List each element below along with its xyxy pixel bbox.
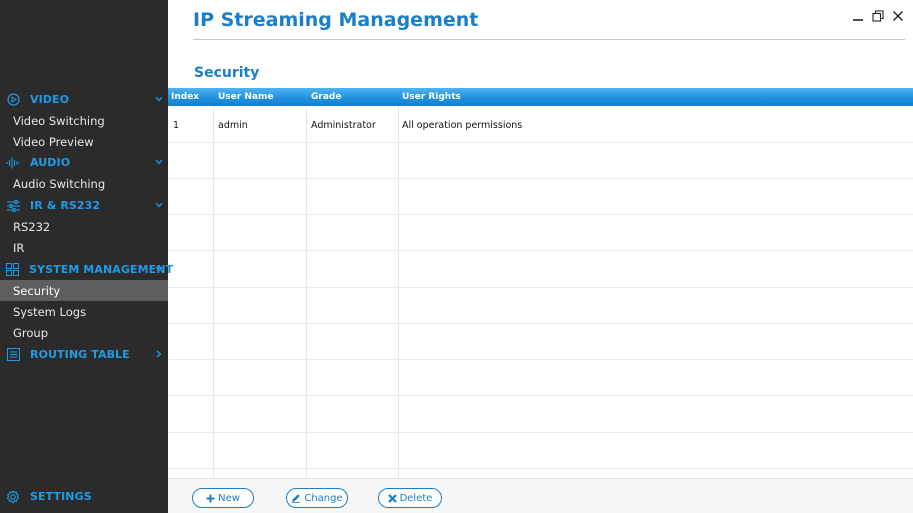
new-button[interactable]: New: [192, 488, 254, 508]
row-divider: [168, 142, 913, 143]
row-divider: [168, 395, 913, 396]
users-table: Index User Name Grade User Rights 1 admi…: [168, 88, 913, 478]
settings-label: SETTINGS: [30, 490, 92, 503]
sidebar-section-system-management[interactable]: SYSTEM MANAGEMENT: [0, 259, 173, 280]
sidebar-section-label: SYSTEM MANAGEMENT: [29, 263, 174, 276]
sidebar-section-audio[interactable]: AUDIO: [0, 152, 168, 173]
column-header-user-name[interactable]: User Name: [218, 88, 273, 106]
column-header-user-rights[interactable]: User Rights: [402, 88, 461, 106]
row-divider: [168, 359, 913, 360]
column-divider: [213, 106, 214, 478]
grid-icon: [6, 263, 19, 277]
change-button-label: Change: [304, 492, 343, 504]
action-bar: New Change Delete: [168, 478, 913, 513]
sidebar-item-security[interactable]: Security: [0, 280, 168, 301]
row-divider: [168, 250, 913, 251]
row-divider: [168, 432, 913, 433]
sidebar-item-video-preview[interactable]: Video Preview: [0, 131, 168, 152]
chevron-right-icon: [154, 348, 164, 360]
column-header-index[interactable]: Index: [171, 88, 199, 106]
row-divider: [168, 468, 913, 469]
list-icon: [6, 348, 20, 362]
cell-user-name: admin: [218, 120, 248, 131]
plus-icon: [206, 494, 215, 503]
sidebar-section-label: VIDEO: [30, 93, 70, 106]
change-button[interactable]: Change: [286, 488, 348, 508]
sidebar-section-label: AUDIO: [30, 156, 71, 169]
row-divider: [168, 323, 913, 324]
app-title: IP Streaming Management: [193, 9, 479, 31]
chevron-down-icon: [154, 199, 164, 211]
sidebar-section-video[interactable]: VIDEO: [0, 89, 168, 110]
maximize-icon[interactable]: [871, 8, 885, 24]
sidebar-item-video-switching[interactable]: Video Switching: [0, 110, 168, 131]
column-divider: [398, 106, 399, 478]
title-divider: [193, 39, 905, 40]
table-header: Index User Name Grade User Rights: [168, 88, 913, 106]
chevron-down-icon: [154, 263, 164, 275]
sidebar-item-system-logs[interactable]: System Logs: [0, 301, 168, 322]
delete-button-label: Delete: [399, 492, 433, 504]
column-header-grade[interactable]: Grade: [311, 88, 341, 106]
sidebar-section-routing-table[interactable]: ROUTING TABLE: [0, 344, 168, 365]
new-button-label: New: [218, 492, 240, 504]
gear-icon: [6, 489, 20, 504]
row-divider: [168, 178, 913, 179]
sidebar-settings[interactable]: SETTINGS: [0, 486, 168, 507]
sidebar-section-label: ROUTING TABLE: [30, 348, 130, 361]
row-divider: [168, 287, 913, 288]
row-divider: [168, 214, 913, 215]
play-circle-icon: [6, 93, 20, 107]
x-icon: [387, 493, 397, 503]
close-icon[interactable]: [891, 8, 905, 24]
sidebar-item-audio-switching[interactable]: Audio Switching: [0, 173, 168, 194]
audio-wave-icon: [6, 156, 20, 170]
section-title: Security: [194, 65, 260, 81]
sidebar-item-group[interactable]: Group: [0, 322, 168, 343]
cell-user-rights: All operation permissions: [402, 120, 523, 131]
pencil-icon: [291, 493, 301, 503]
sidebar-item-ir[interactable]: IR: [0, 237, 168, 258]
sidebar-item-rs232[interactable]: RS232: [0, 216, 168, 237]
cell-grade: Administrator: [311, 120, 376, 131]
sliders-icon: [6, 199, 20, 213]
delete-button[interactable]: Delete: [378, 488, 442, 508]
window-controls: [851, 8, 905, 24]
column-divider: [306, 106, 307, 478]
minimize-icon[interactable]: [851, 8, 865, 24]
sidebar: VIDEO Video Switching Video Preview AUDI…: [0, 0, 173, 513]
chevron-down-icon: [154, 93, 164, 105]
chevron-down-icon: [154, 156, 164, 168]
sidebar-section-ir-rs232[interactable]: IR & RS232: [0, 195, 168, 216]
sidebar-section-label: IR & RS232: [30, 199, 101, 212]
cell-index: 1: [173, 120, 180, 131]
